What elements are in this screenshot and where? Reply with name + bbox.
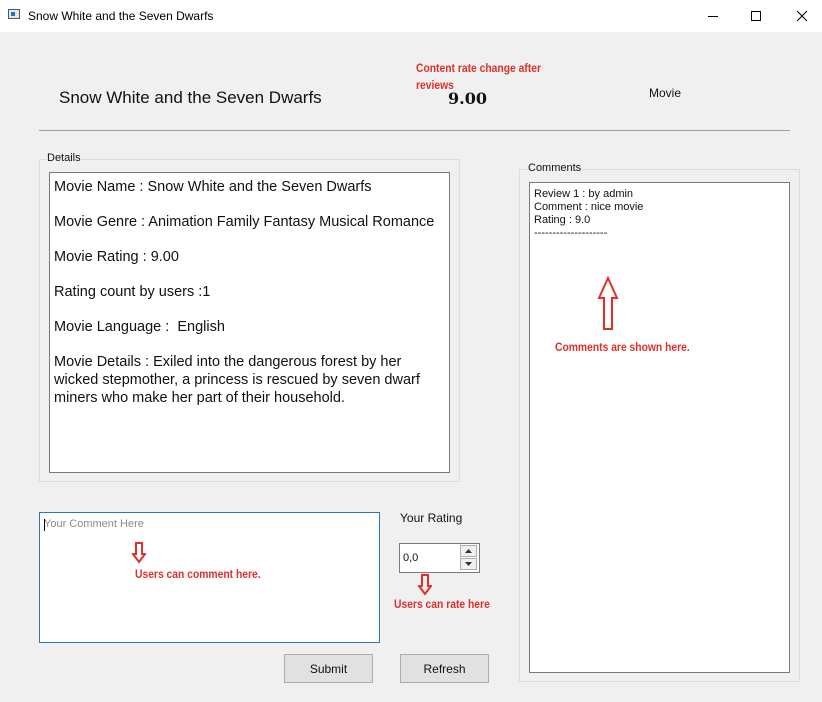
maximize-button[interactable] xyxy=(733,0,779,32)
window-title: Snow White and the Seven Dwarfs xyxy=(28,9,214,23)
minimize-icon xyxy=(708,16,718,17)
comment-review-header: Review 1 : by admin xyxy=(534,188,634,200)
rating-increment-button[interactable] xyxy=(460,545,477,557)
close-button[interactable] xyxy=(779,0,822,32)
comment-text: Comment : nice movie xyxy=(534,201,644,213)
window-titlebar[interactable]: Snow White and the Seven Dwarfs xyxy=(0,0,822,32)
detail-movie-name: Movie Name : Snow White and the Seven Dw… xyxy=(54,179,372,195)
comment-annotation: Users can comment here. xyxy=(135,567,261,581)
movie-type-label: Movie xyxy=(649,86,682,100)
comment-rating: Rating : 9.0 xyxy=(534,214,591,226)
detail-movie-rating: Movie Rating : 9.00 xyxy=(54,249,179,265)
triangle-down-icon xyxy=(465,562,472,566)
details-text-area[interactable]: Movie Name : Snow White and the Seven Dw… xyxy=(49,172,450,473)
minimize-button[interactable] xyxy=(690,0,736,32)
your-rating-label: Your Rating xyxy=(400,511,463,525)
maximize-icon xyxy=(751,11,761,21)
comment-separator: -------------------- xyxy=(534,227,608,239)
triangle-up-icon xyxy=(465,549,472,553)
rating-spinbox[interactable]: 0,0 xyxy=(399,543,480,573)
comments-annotation: Comments are shown here. xyxy=(555,340,690,354)
rating-spinbox-value: 0,0 xyxy=(403,552,419,564)
detail-movie-genre: Movie Genre : Animation Family Fantasy M… xyxy=(54,214,435,230)
movie-title: Snow White and the Seven Dwarfs xyxy=(59,88,322,107)
submit-button[interactable]: Submit xyxy=(284,654,373,683)
refresh-button[interactable]: Refresh xyxy=(400,654,489,683)
red-arrow-down-icon xyxy=(418,574,432,596)
rating-annotation: Users can rate here xyxy=(394,597,490,611)
rating-decrement-button[interactable] xyxy=(460,558,477,570)
detail-movie-description: Movie Details : Exiled into the dangerou… xyxy=(54,354,420,406)
comments-text-area[interactable]: Review 1 : by admin Comment : nice movie… xyxy=(529,182,790,673)
comments-group-label: Comments xyxy=(527,162,583,174)
header-divider xyxy=(39,130,790,131)
detail-movie-language: Movie Language : English xyxy=(54,319,225,335)
detail-rating-count: Rating count by users :1 xyxy=(54,284,211,300)
window-app-icon xyxy=(8,9,20,19)
red-arrow-up-icon xyxy=(597,276,619,330)
close-icon xyxy=(796,10,808,22)
content-rate-annotation: Content rate change after reviews xyxy=(416,61,542,92)
details-group-label: Details xyxy=(46,152,82,164)
text-caret xyxy=(44,519,45,531)
red-arrow-down-icon xyxy=(132,542,146,564)
